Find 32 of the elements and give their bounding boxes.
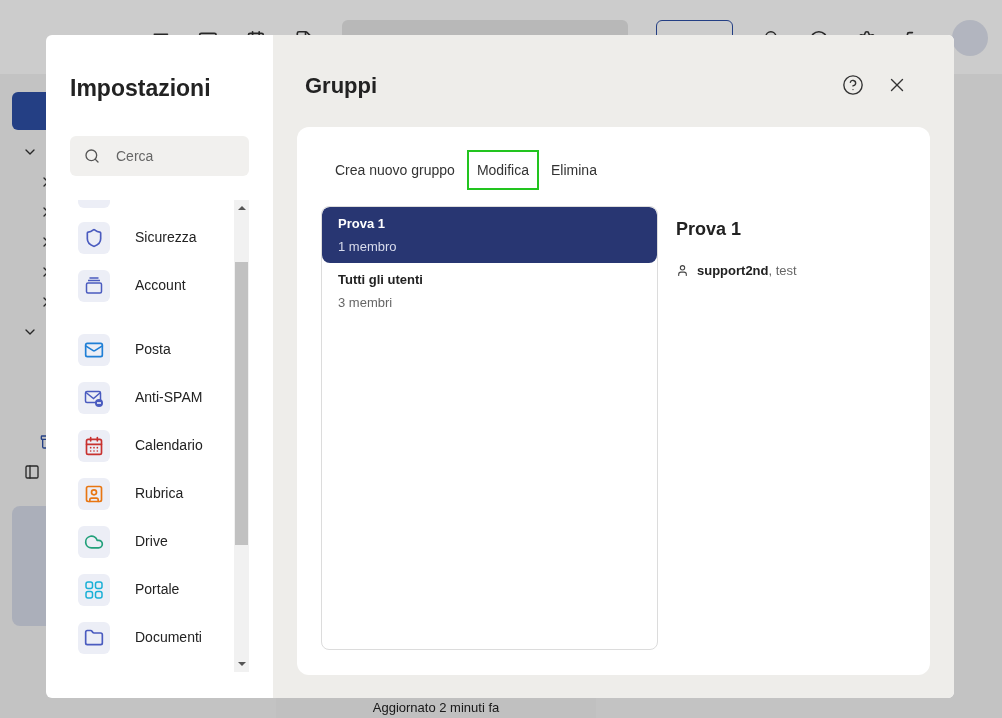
member-list: support2nd, test [697,261,797,281]
scrollbar[interactable] [234,199,249,672]
toolbar-button[interactable]: Crea nuovo gruppo [325,150,465,190]
page-title: Gruppi [305,71,378,100]
scroll-up-icon[interactable] [237,205,246,210]
settings-nav-item[interactable]: Posta [78,333,234,366]
toolbar-button[interactable]: Elimina [541,150,607,190]
member-count: 1 membro [338,238,398,256]
settings-nav-item[interactable]: Sicurezza [78,221,234,254]
group-title: Prova 1 [676,218,743,241]
sidebar-toggle-icon[interactable] [24,464,40,480]
settings-title: Impostazioni [70,74,212,103]
settings-nav-item[interactable]: Documenti [78,621,234,654]
search-field[interactable]: Cerca [70,135,249,176]
settings-nav-item[interactable]: Portale [78,573,234,606]
group-name: Prova 1 [338,214,386,233]
toolbar-button[interactable]: Modifica [466,150,539,190]
search-icon [84,147,100,164]
settings-nav-item[interactable]: Rubrica [78,477,234,510]
settings-nav-item[interactable]: Anti-SPAM [78,381,234,414]
settings-nav-item[interactable]: Calendario [78,429,234,462]
scroll-down-icon[interactable] [237,661,246,666]
help-icon[interactable] [842,74,864,96]
settings-nav-item[interactable]: Account [78,269,234,302]
status-text: Aggiornato 2 minuti fa [372,699,500,718]
member-count: 3 membri [338,294,394,312]
user-icon [676,264,689,278]
group-item[interactable]: Tutti gli utenti 3 membri [322,263,657,319]
scrollbar-thumb[interactable] [235,261,248,545]
group-name: Tutti gli utenti [338,270,424,289]
settings-nav-item[interactable]: Drive [78,525,234,558]
group-item[interactable]: Prova 1 1 membro [322,207,657,263]
